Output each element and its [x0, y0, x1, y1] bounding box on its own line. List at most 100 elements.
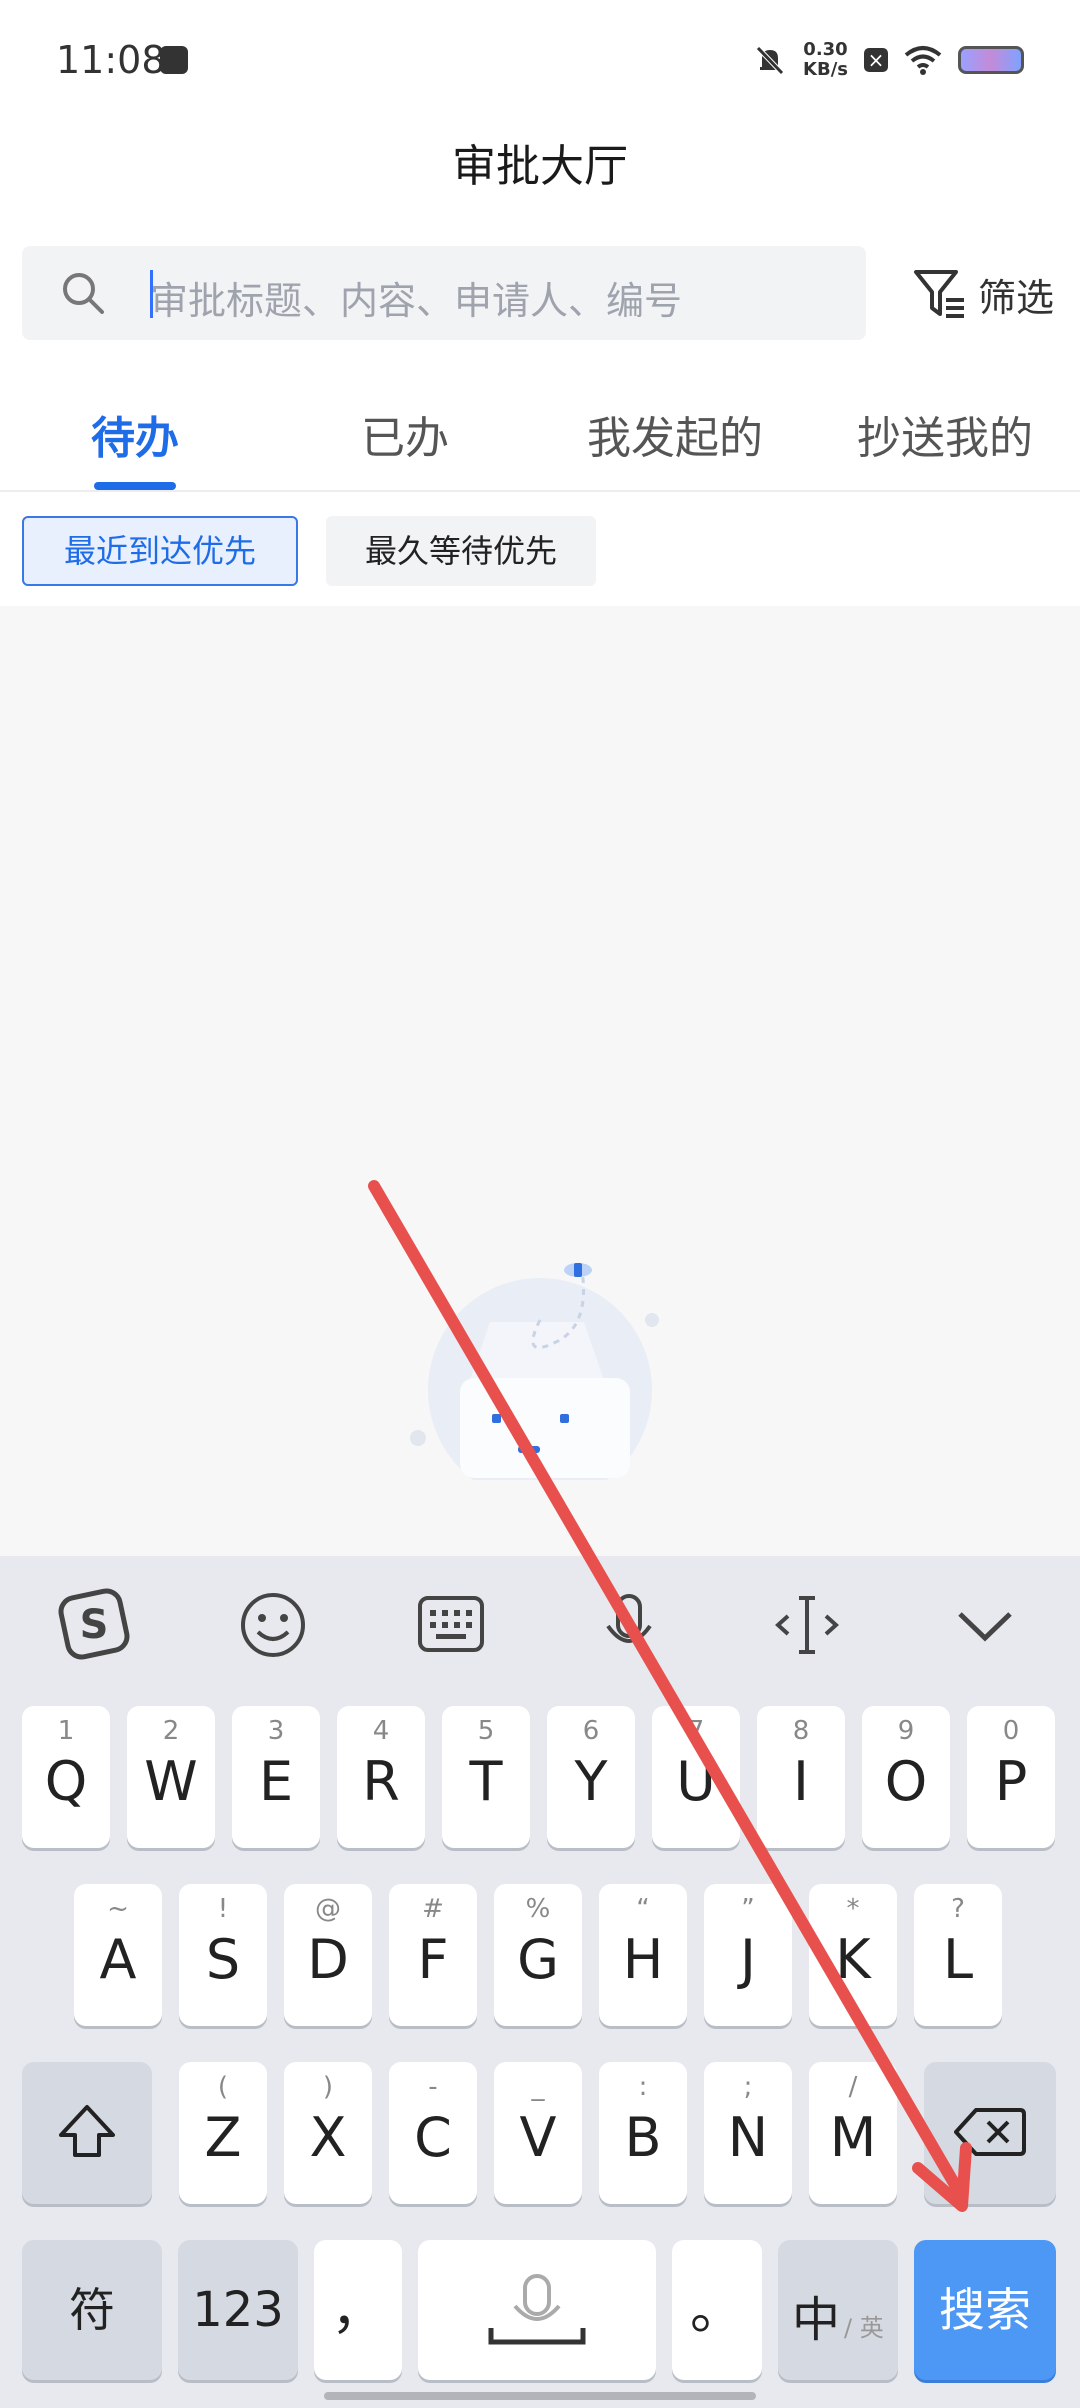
key-a-label: A — [99, 1928, 137, 1991]
network-speed-value: 0.30 — [803, 39, 848, 60]
key-t-label: T — [469, 1750, 503, 1813]
battery-icon — [958, 46, 1024, 74]
key-i-sub: 8 — [792, 1716, 810, 1746]
network-speed: 0.30 KB/s — [803, 40, 848, 80]
key-q[interactable]: 1Q — [22, 1706, 110, 1848]
key-y[interactable]: 6Y — [547, 1706, 635, 1848]
key-u-label: U — [676, 1750, 716, 1813]
text-cursor — [150, 270, 153, 318]
network-speed-unit: KB/s — [803, 59, 848, 80]
key-r[interactable]: 4R — [337, 1706, 425, 1848]
status-icons: 0.30 KB/s × — [753, 40, 1024, 80]
sogou-logo-icon[interactable]: S — [50, 1586, 140, 1664]
key-d-sub: @ — [315, 1894, 341, 1924]
key-l-sub: ? — [951, 1894, 965, 1924]
backspace-icon — [954, 2108, 1026, 2156]
status-time: 11:08 — [56, 38, 166, 82]
comma-key[interactable]: ， — [314, 2240, 402, 2380]
key-o-sub: 9 — [897, 1716, 915, 1746]
key-x[interactable]: ) X — [284, 2062, 372, 2204]
key-d[interactable]: @ D — [284, 1884, 372, 2026]
key-j-label: J — [740, 1928, 756, 1991]
key-b-sub: : — [638, 2072, 648, 2102]
key-r-sub: 4 — [372, 1716, 390, 1746]
tab-bar: 待办 已办 我发起的 抄送我的 — [0, 380, 1080, 492]
collapse-keyboard-icon[interactable] — [940, 1586, 1030, 1664]
wifi-icon — [904, 46, 942, 75]
filter-icon — [914, 270, 964, 318]
key-f[interactable]: # F — [389, 1884, 477, 2026]
period-key[interactable]: 。 — [672, 2240, 762, 2380]
key-c-sub: - — [428, 2072, 438, 2102]
page-title: 审批大厅 — [452, 141, 628, 192]
key-h[interactable]: “H — [599, 1884, 687, 2026]
comma-key-label: ， — [331, 2278, 385, 2341]
key-l[interactable]: ? L — [914, 1884, 1002, 2026]
key-k[interactable]: * K — [809, 1884, 897, 2026]
home-indicator[interactable] — [324, 2392, 756, 2400]
language-key-sub: / 英 — [844, 2314, 884, 2342]
key-l-label: L — [942, 1928, 974, 1991]
key-r-label: R — [362, 1750, 400, 1813]
key-i-label: I — [793, 1750, 809, 1813]
shift-key[interactable] — [22, 2062, 152, 2204]
key-s[interactable]: ! S — [179, 1884, 267, 2026]
key-d-label: D — [307, 1928, 349, 1991]
search-key[interactable]: 搜索 — [914, 2240, 1056, 2380]
space-key[interactable] — [418, 2240, 656, 2380]
key-w[interactable]: 2W — [127, 1706, 215, 1848]
key-n-label: N — [727, 2106, 769, 2169]
number-key[interactable]: 123 — [178, 2240, 298, 2380]
cursor-icon[interactable] — [762, 1586, 852, 1664]
keyboard-icon[interactable] — [406, 1586, 496, 1664]
key-g[interactable]: % G — [494, 1884, 582, 2026]
sim-off-icon: × — [864, 48, 888, 72]
key-a[interactable]: ~ A — [74, 1884, 162, 2026]
key-h-label: H — [622, 1928, 664, 1991]
key-u-sub: 7 — [687, 1716, 705, 1746]
search-icon — [63, 273, 104, 314]
emoji-icon[interactable] — [228, 1586, 318, 1664]
sort-chip-longest-waiting[interactable]: 最久等待优先 — [326, 516, 596, 586]
tab-done[interactable]: 已办 — [270, 402, 540, 466]
key-u[interactable]: 7U — [652, 1706, 740, 1848]
key-i[interactable]: 8I — [757, 1706, 845, 1848]
sort-chip-recent[interactable]: 最近到达优先 — [22, 516, 298, 586]
search-key-label: 搜索 — [939, 2283, 1031, 2337]
key-o-label: O — [884, 1750, 928, 1813]
tab-initiated[interactable]: 我发起的 — [540, 402, 810, 466]
key-g-sub: % — [525, 1894, 551, 1924]
microphone-icon[interactable] — [584, 1586, 674, 1664]
search-input[interactable]: 审批标题、内容、申请人、编号 — [22, 246, 866, 340]
key-g-label: G — [517, 1928, 559, 1991]
voice-input-icon — [488, 2274, 586, 2345]
key-p[interactable]: 0P — [967, 1706, 1055, 1848]
key-b[interactable]: :B — [599, 2062, 687, 2204]
search-placeholder: 审批标题、内容、申请人、编号 — [150, 279, 683, 323]
key-c[interactable]: -C — [389, 2062, 477, 2204]
key-m-label: M — [829, 2106, 877, 2169]
key-k-label: K — [835, 1928, 871, 1991]
tab-todo[interactable]: 待办 — [0, 402, 270, 466]
number-key-label: 123 — [192, 2282, 284, 2338]
language-switch-key[interactable]: 中 / 英 — [778, 2240, 898, 2380]
empty-state-illustration — [410, 1263, 659, 1480]
key-v-label: V — [519, 2106, 557, 2169]
key-m[interactable]: / M — [809, 2062, 897, 2204]
backspace-key[interactable] — [924, 2062, 1056, 2204]
filter-button[interactable]: 筛选 — [912, 262, 1054, 326]
symbol-key[interactable]: 符 — [22, 2240, 162, 2380]
key-n[interactable]: ; N — [704, 2062, 792, 2204]
key-s-sub: ! — [217, 1894, 229, 1924]
status-bar: 11:08 0.30 KB/s × — [0, 0, 1080, 120]
key-t[interactable]: 5T — [442, 1706, 530, 1848]
key-p-sub: 0 — [1002, 1716, 1020, 1746]
key-v[interactable]: _ V — [494, 2062, 582, 2204]
tab-cc-me[interactable]: 抄送我的 — [810, 402, 1080, 466]
key-w-sub: 2 — [162, 1716, 180, 1746]
key-o[interactable]: 9O — [862, 1706, 950, 1848]
key-a-sub: ~ — [107, 1894, 129, 1924]
key-z[interactable]: (Z — [179, 2062, 267, 2204]
key-j[interactable]: ” J — [704, 1884, 792, 2026]
key-e[interactable]: 3E — [232, 1706, 320, 1848]
